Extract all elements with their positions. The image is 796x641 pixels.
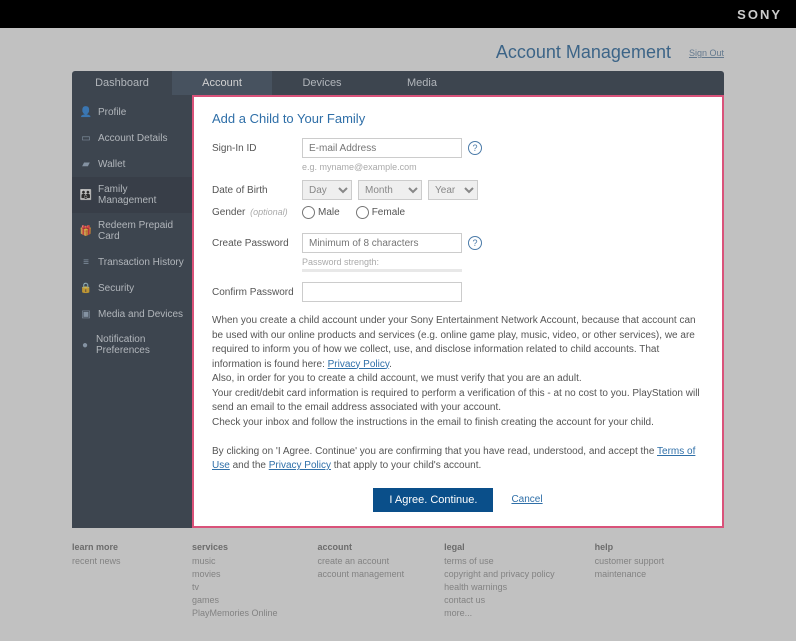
footer-link[interactable]: more... [444,608,555,618]
footer: learn more recent news services music mo… [72,542,724,621]
footer-link[interactable]: maintenance [595,569,675,579]
main-panel: Add a Child to Your Family Sign-In ID ? … [192,95,724,528]
dob-month-select[interactable]: Month [358,180,422,200]
devices-icon: ▣ [80,308,92,320]
sidebar-item-media-devices[interactable]: ▣ Media and Devices [72,301,192,327]
app-container: Dashboard Account Devices Media 👤 Profile… [72,71,724,528]
global-topbar: SONY [0,0,796,28]
footer-link[interactable]: movies [192,569,278,579]
signin-hint: e.g. myname@example.com [302,162,704,172]
sidebar-item-transactions[interactable]: ≡ Transaction History [72,249,192,275]
sidebar-item-security[interactable]: 🔒 Security [72,275,192,301]
sidebar-item-label: Notification Preferences [96,334,184,356]
signin-input[interactable] [302,138,462,158]
sidebar-item-label: Transaction History [98,257,184,268]
footer-link[interactable]: copyright and privacy policy [444,569,555,579]
tab-devices[interactable]: Devices [272,71,372,95]
sign-out-link[interactable]: Sign Out [689,48,724,63]
footer-col-legal: legal terms of use copyright and privacy… [444,542,555,621]
password-strength-bar [302,269,462,272]
confirm-label: Confirm Password [212,287,302,298]
sidebar-item-label: Account Details [98,133,167,144]
page-title: Account Management [496,42,671,63]
family-icon: 👪 [80,189,92,201]
footer-link[interactable]: music [192,556,278,566]
history-icon: ≡ [80,256,92,268]
info-text: When you create a child account under yo… [212,314,704,474]
privacy-policy-link-2[interactable]: Privacy Policy [269,460,331,471]
tab-dashboard[interactable]: Dashboard [72,71,172,95]
dob-day-select[interactable]: Day [302,180,352,200]
bell-icon: ● [80,339,90,351]
footer-link[interactable]: health warnings [444,582,555,592]
dob-year-select[interactable]: Year [428,180,478,200]
signin-label: Sign-In ID [212,143,302,154]
sidebar-item-notifications[interactable]: ● Notification Preferences [72,327,192,363]
footer-col-learn: learn more recent news [72,542,152,621]
sidebar-item-profile[interactable]: 👤 Profile [72,99,192,125]
footer-link[interactable]: customer support [595,556,675,566]
sidebar: 👤 Profile ▭ Account Details ▰ Wallet 👪 Famil… [72,95,192,528]
sidebar-item-label: Media and Devices [98,309,183,320]
footer-link[interactable]: account management [318,569,405,579]
tab-account[interactable]: Account [172,71,272,95]
page-header: Account Management Sign Out [0,28,796,71]
gender-female-radio[interactable] [356,206,369,219]
person-icon: 👤 [80,106,92,118]
sidebar-item-label: Profile [98,107,126,118]
footer-link[interactable]: contact us [444,595,555,605]
cancel-link[interactable]: Cancel [511,494,542,505]
sidebar-item-label: Redeem Prepaid Card [98,220,184,242]
lock-icon: 🔒 [80,282,92,294]
sidebar-item-account-details[interactable]: ▭ Account Details [72,125,192,151]
help-icon[interactable]: ? [468,236,482,250]
gift-icon: 🎁 [80,225,92,237]
form-title: Add a Child to Your Family [212,111,704,126]
agree-continue-button[interactable]: I Agree. Continue. [373,488,493,512]
footer-link[interactable]: terms of use [444,556,555,566]
sidebar-item-label: Family Management [98,184,184,206]
password-label: Create Password [212,238,302,249]
gender-male-option[interactable]: Male [302,206,340,219]
help-icon[interactable]: ? [468,141,482,155]
footer-link[interactable]: recent news [72,556,152,566]
sidebar-item-redeem[interactable]: 🎁 Redeem Prepaid Card [72,213,192,249]
gender-male-radio[interactable] [302,206,315,219]
footer-col-account: account create an account account manage… [318,542,405,621]
tab-media[interactable]: Media [372,71,472,95]
sidebar-item-family[interactable]: 👪 Family Management [72,177,192,213]
footer-link[interactable]: PlayMemories Online [192,608,278,618]
footer-col-help: help customer support maintenance [595,542,675,621]
body: 👤 Profile ▭ Account Details ▰ Wallet 👪 Famil… [72,95,724,528]
tab-bar: Dashboard Account Devices Media [72,71,724,95]
wallet-icon: ▰ [80,158,92,170]
sidebar-item-label: Security [98,283,134,294]
sidebar-item-label: Wallet [98,159,125,170]
password-strength-label: Password strength: [302,257,704,267]
confirm-password-input[interactable] [302,282,462,302]
sony-logo: SONY [737,7,782,22]
password-input[interactable] [302,233,462,253]
footer-link[interactable]: tv [192,582,278,592]
page: Account Management Sign Out Dashboard Ac… [0,28,796,641]
gender-female-option[interactable]: Female [356,206,405,219]
footer-link[interactable]: games [192,595,278,605]
privacy-policy-link[interactable]: Privacy Policy [328,359,390,370]
card-icon: ▭ [80,132,92,144]
footer-col-services: services music movies tv games PlayMemor… [192,542,278,621]
footer-link[interactable]: create an account [318,556,405,566]
gender-label: Gender (optional) [212,207,302,218]
sidebar-item-wallet[interactable]: ▰ Wallet [72,151,192,177]
dob-label: Date of Birth [212,185,302,196]
